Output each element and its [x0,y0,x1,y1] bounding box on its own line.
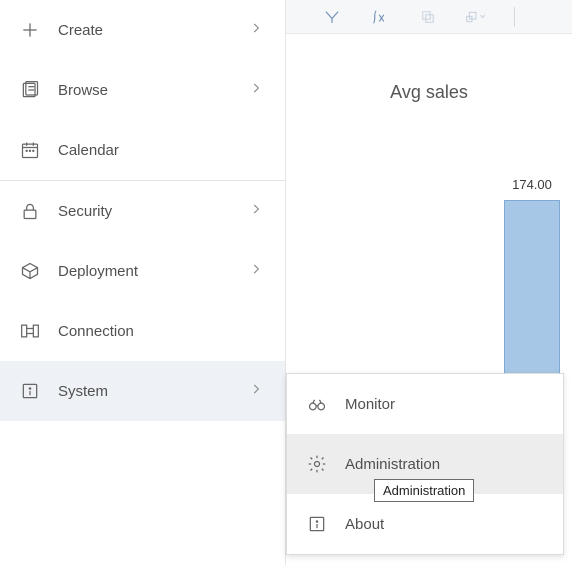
filter-icon[interactable] [322,7,342,27]
info-icon [305,512,329,536]
connection-icon [18,319,42,343]
sidebar-item-label: Deployment [58,263,249,280]
toolbar [286,0,572,34]
chart-bar: 174.00 [502,177,562,380]
chart-title: Avg sales [286,82,572,103]
submenu-item-monitor[interactable]: Monitor [287,374,563,434]
plus-icon [18,18,42,42]
sidebar-item-connection[interactable]: Connection [0,301,285,361]
browse-icon [18,78,42,102]
submenu-item-label: Monitor [345,396,395,413]
sidebar-item-label: System [58,383,249,400]
sidebar-item-label: Connection [58,323,267,340]
sidebar-item-calendar[interactable]: Calendar [0,120,285,180]
sidebar-item-system[interactable]: System [0,361,285,421]
sidebar-item-create[interactable]: Create [0,0,285,60]
bar-value-label: 174.00 [502,177,562,192]
sidebar-item-label: Browse [58,82,249,99]
chevron-right-icon [249,81,267,99]
box-icon [18,259,42,283]
fx-icon[interactable] [370,7,390,27]
sidebar-item-browse[interactable]: Browse [0,60,285,120]
toolbar-divider [514,7,515,27]
chevron-right-icon [249,21,267,39]
sidebar-item-label: Security [58,203,249,220]
submenu-item-label: Administration [345,456,440,473]
gear-icon [305,452,329,476]
resize-dropdown-icon[interactable] [466,7,486,27]
bar-rect [504,200,560,380]
duplicate-icon[interactable] [418,7,438,27]
submenu-item-about[interactable]: About [287,494,563,554]
tooltip: Administration [374,479,474,502]
sidebar-item-label: Calendar [58,142,267,159]
sidebar: Create Browse [0,0,286,565]
sidebar-item-security[interactable]: Security [0,181,285,241]
chevron-right-icon [249,382,267,400]
chevron-right-icon [249,262,267,280]
binoculars-icon [305,392,329,416]
system-submenu: Monitor Administration About [286,373,564,555]
calendar-icon [18,138,42,162]
info-icon [18,379,42,403]
sidebar-item-label: Create [58,22,249,39]
submenu-item-label: About [345,516,384,533]
lock-icon [18,199,42,223]
chevron-right-icon [249,202,267,220]
sidebar-item-deployment[interactable]: Deployment [0,241,285,301]
